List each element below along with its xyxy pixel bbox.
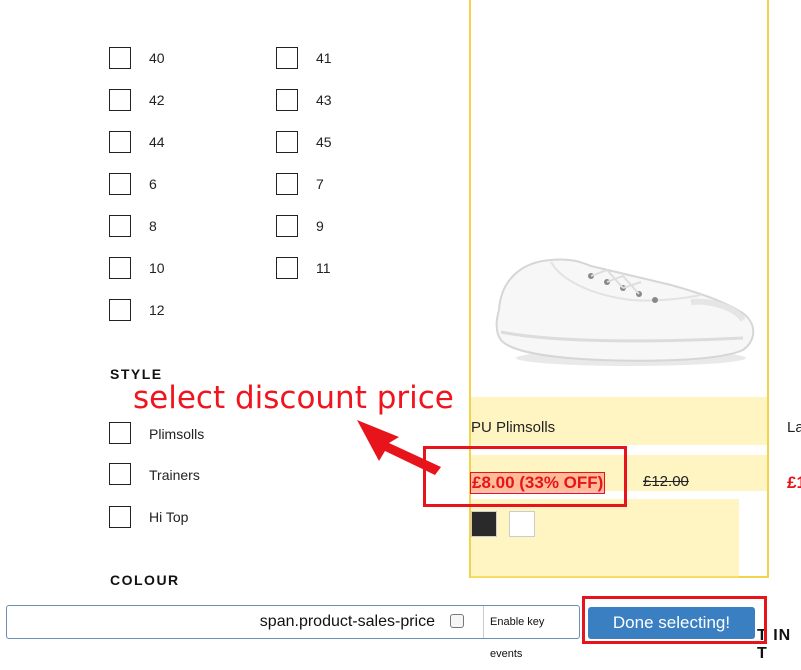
size-checkbox-43[interactable]	[276, 89, 298, 111]
size-checkbox-41[interactable]	[276, 47, 298, 69]
size-label-6: 6	[149, 176, 157, 192]
swatch-white[interactable]	[509, 511, 535, 537]
size-checkbox-9[interactable]	[276, 215, 298, 237]
size-checkbox-10[interactable]	[109, 257, 131, 279]
style-checkbox-trainers[interactable]	[109, 463, 131, 485]
annotation-text: select discount price	[133, 380, 454, 416]
size-label-45: 45	[316, 134, 332, 150]
next-product-price: £1	[787, 473, 801, 492]
original-price: £12.00	[643, 473, 689, 490]
style-checkbox-plimsolls[interactable]	[109, 422, 131, 444]
size-label-8: 8	[149, 218, 157, 234]
key-events-checkbox[interactable]	[450, 614, 464, 628]
style-label-hi-top: Hi Top	[149, 509, 189, 525]
size-checkbox-7[interactable]	[276, 173, 298, 195]
highlight-box-done	[582, 596, 767, 644]
size-label-10: 10	[149, 260, 165, 276]
size-checkbox-45[interactable]	[276, 131, 298, 153]
size-label-9: 9	[316, 218, 324, 234]
style-checkbox-hi-top[interactable]	[109, 506, 131, 528]
colour-filter-title: COLOUR	[110, 572, 180, 588]
next-product-name[interactable]: La	[787, 419, 801, 436]
highlight-box-price	[423, 446, 627, 507]
size-label-41: 41	[316, 50, 332, 66]
style-label-trainers: Trainers	[149, 467, 200, 483]
key-events-label: Enable key events	[483, 606, 579, 660]
size-label-12: 12	[149, 302, 165, 318]
size-checkbox-42[interactable]	[109, 89, 131, 111]
selector-bar: span.product-sales-price Enable key even…	[6, 605, 580, 660]
size-checkbox-8[interactable]	[109, 215, 131, 237]
size-checkbox-11[interactable]	[276, 257, 298, 279]
size-label-7: 7	[316, 176, 324, 192]
size-label-11: 11	[316, 260, 331, 276]
product-image[interactable]	[481, 240, 761, 380]
highlight-band	[471, 397, 767, 415]
style-label-plimsolls: Plimsolls	[149, 426, 205, 442]
size-checkbox-40[interactable]	[109, 47, 131, 69]
size-label-44: 44	[149, 134, 165, 150]
selector-input[interactable]: span.product-sales-price	[7, 606, 441, 638]
swatch-black[interactable]	[471, 511, 497, 537]
size-checkbox-12[interactable]	[109, 299, 131, 321]
size-checkbox-6[interactable]	[109, 173, 131, 195]
size-label-40: 40	[149, 50, 165, 66]
product-name[interactable]: PU Plimsolls	[471, 419, 555, 436]
size-label-43: 43	[316, 92, 332, 108]
size-label-42: 42	[149, 92, 165, 108]
size-checkbox-44[interactable]	[109, 131, 131, 153]
